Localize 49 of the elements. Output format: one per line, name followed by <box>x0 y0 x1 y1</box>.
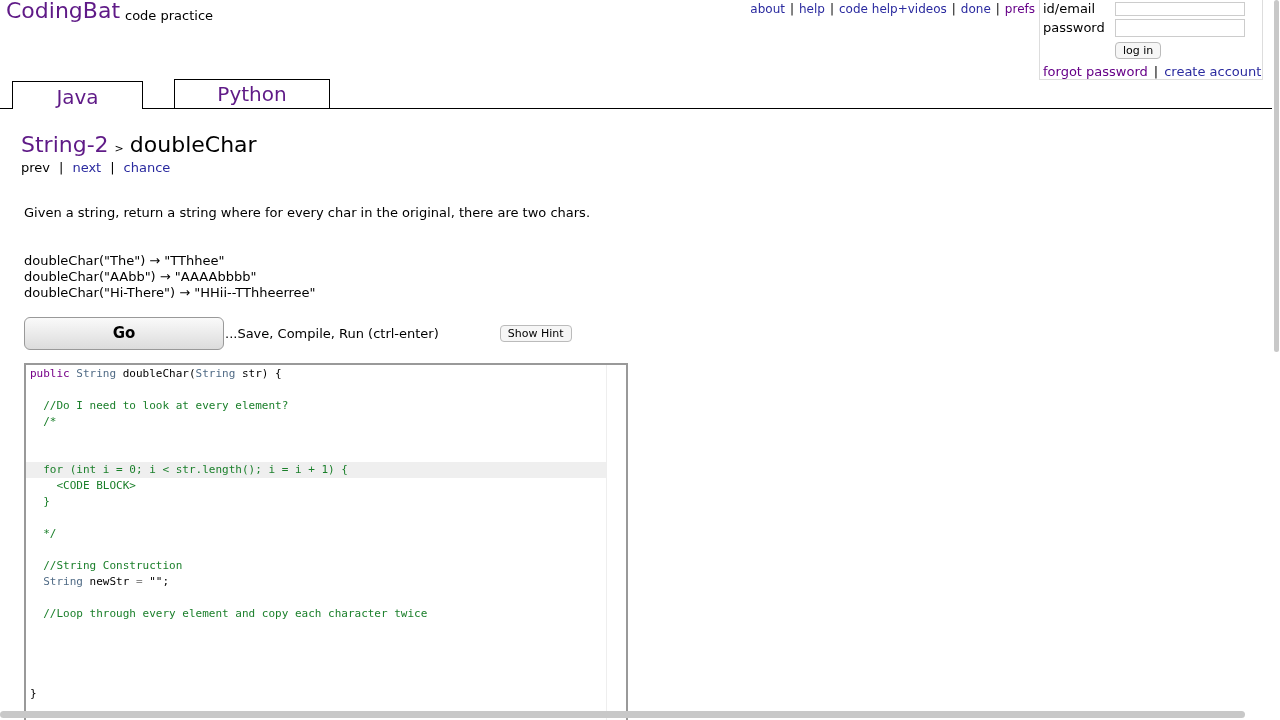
example-line: doubleChar("Hi-There") → "HHii--TThheerree" <box>24 285 316 301</box>
problem-nav-link[interactable]: prev <box>21 161 50 175</box>
problem-title: doubleChar <box>129 131 257 159</box>
section-link[interactable]: String-2 <box>21 128 109 161</box>
code-line: } <box>30 687 37 700</box>
header-link[interactable]: about <box>750 1 785 17</box>
code-line: for (int i = 0; i < str.length(); i = i + 1) { <box>42 463 348 476</box>
code-line: //Do I need to look at every element? <box>42 399 289 412</box>
code-line: <CODE BLOCK> <box>55 479 136 492</box>
password-field[interactable] <box>1115 18 1245 37</box>
nav-separator: | <box>110 161 115 175</box>
problem-nav-link[interactable]: next <box>72 161 102 175</box>
language-tab[interactable]: Java <box>12 81 143 109</box>
code-line: } <box>42 495 50 508</box>
header-link[interactable]: code help+videos <box>839 1 947 17</box>
login-button[interactable]: log in <box>1115 41 1162 59</box>
nav-separator: | <box>59 161 64 175</box>
link-separator: | <box>1153 63 1159 81</box>
code-line: String newStr = ""; <box>42 575 170 588</box>
code-line: public String doubleChar(String str) { <box>30 367 282 380</box>
password-label: password <box>1043 19 1106 37</box>
code-line: //Loop through every element and copy each character twice <box>42 607 428 620</box>
link-separator: | <box>789 1 794 17</box>
link-separator: | <box>951 1 956 17</box>
example-line: doubleChar("AAbb") → "AAAAbbbb" <box>24 269 257 285</box>
horizontal-scrollbar[interactable] <box>0 711 1245 718</box>
show-hint-button[interactable]: Show Hint <box>499 325 572 342</box>
link-separator: | <box>995 1 1000 17</box>
create-account-link[interactable]: create account <box>1164 62 1262 82</box>
code-line: //String Construction <box>42 559 183 572</box>
forgot-password-link[interactable]: forgot password <box>1043 62 1148 82</box>
problem-description: Given a string, return a string where for every char in the original, there are two chars. <box>23 205 592 221</box>
example-line: doubleChar("The") → "TThhee" <box>24 253 225 269</box>
id-label: id/email <box>1043 1 1097 17</box>
breadcrumb-separator: > <box>114 141 124 157</box>
header-link[interactable]: help <box>799 1 825 17</box>
code-line: /* <box>42 415 57 428</box>
site-tagline: code practice <box>125 8 214 24</box>
go-note: ...Save, Compile, Run (ctrl-enter) <box>225 324 439 343</box>
site-logo[interactable]: CodingBat <box>6 0 120 24</box>
id-field[interactable] <box>1115 2 1245 16</box>
language-tab[interactable]: Python <box>174 79 330 108</box>
code-line: */ <box>42 527 57 540</box>
link-separator: | <box>829 1 834 17</box>
header-link[interactable]: done <box>960 1 991 17</box>
header-link[interactable]: prefs <box>1004 1 1035 17</box>
vertical-scrollbar[interactable] <box>1274 0 1279 352</box>
problem-nav-link[interactable]: chance <box>123 161 171 175</box>
go-button[interactable]: Go <box>24 317 224 350</box>
